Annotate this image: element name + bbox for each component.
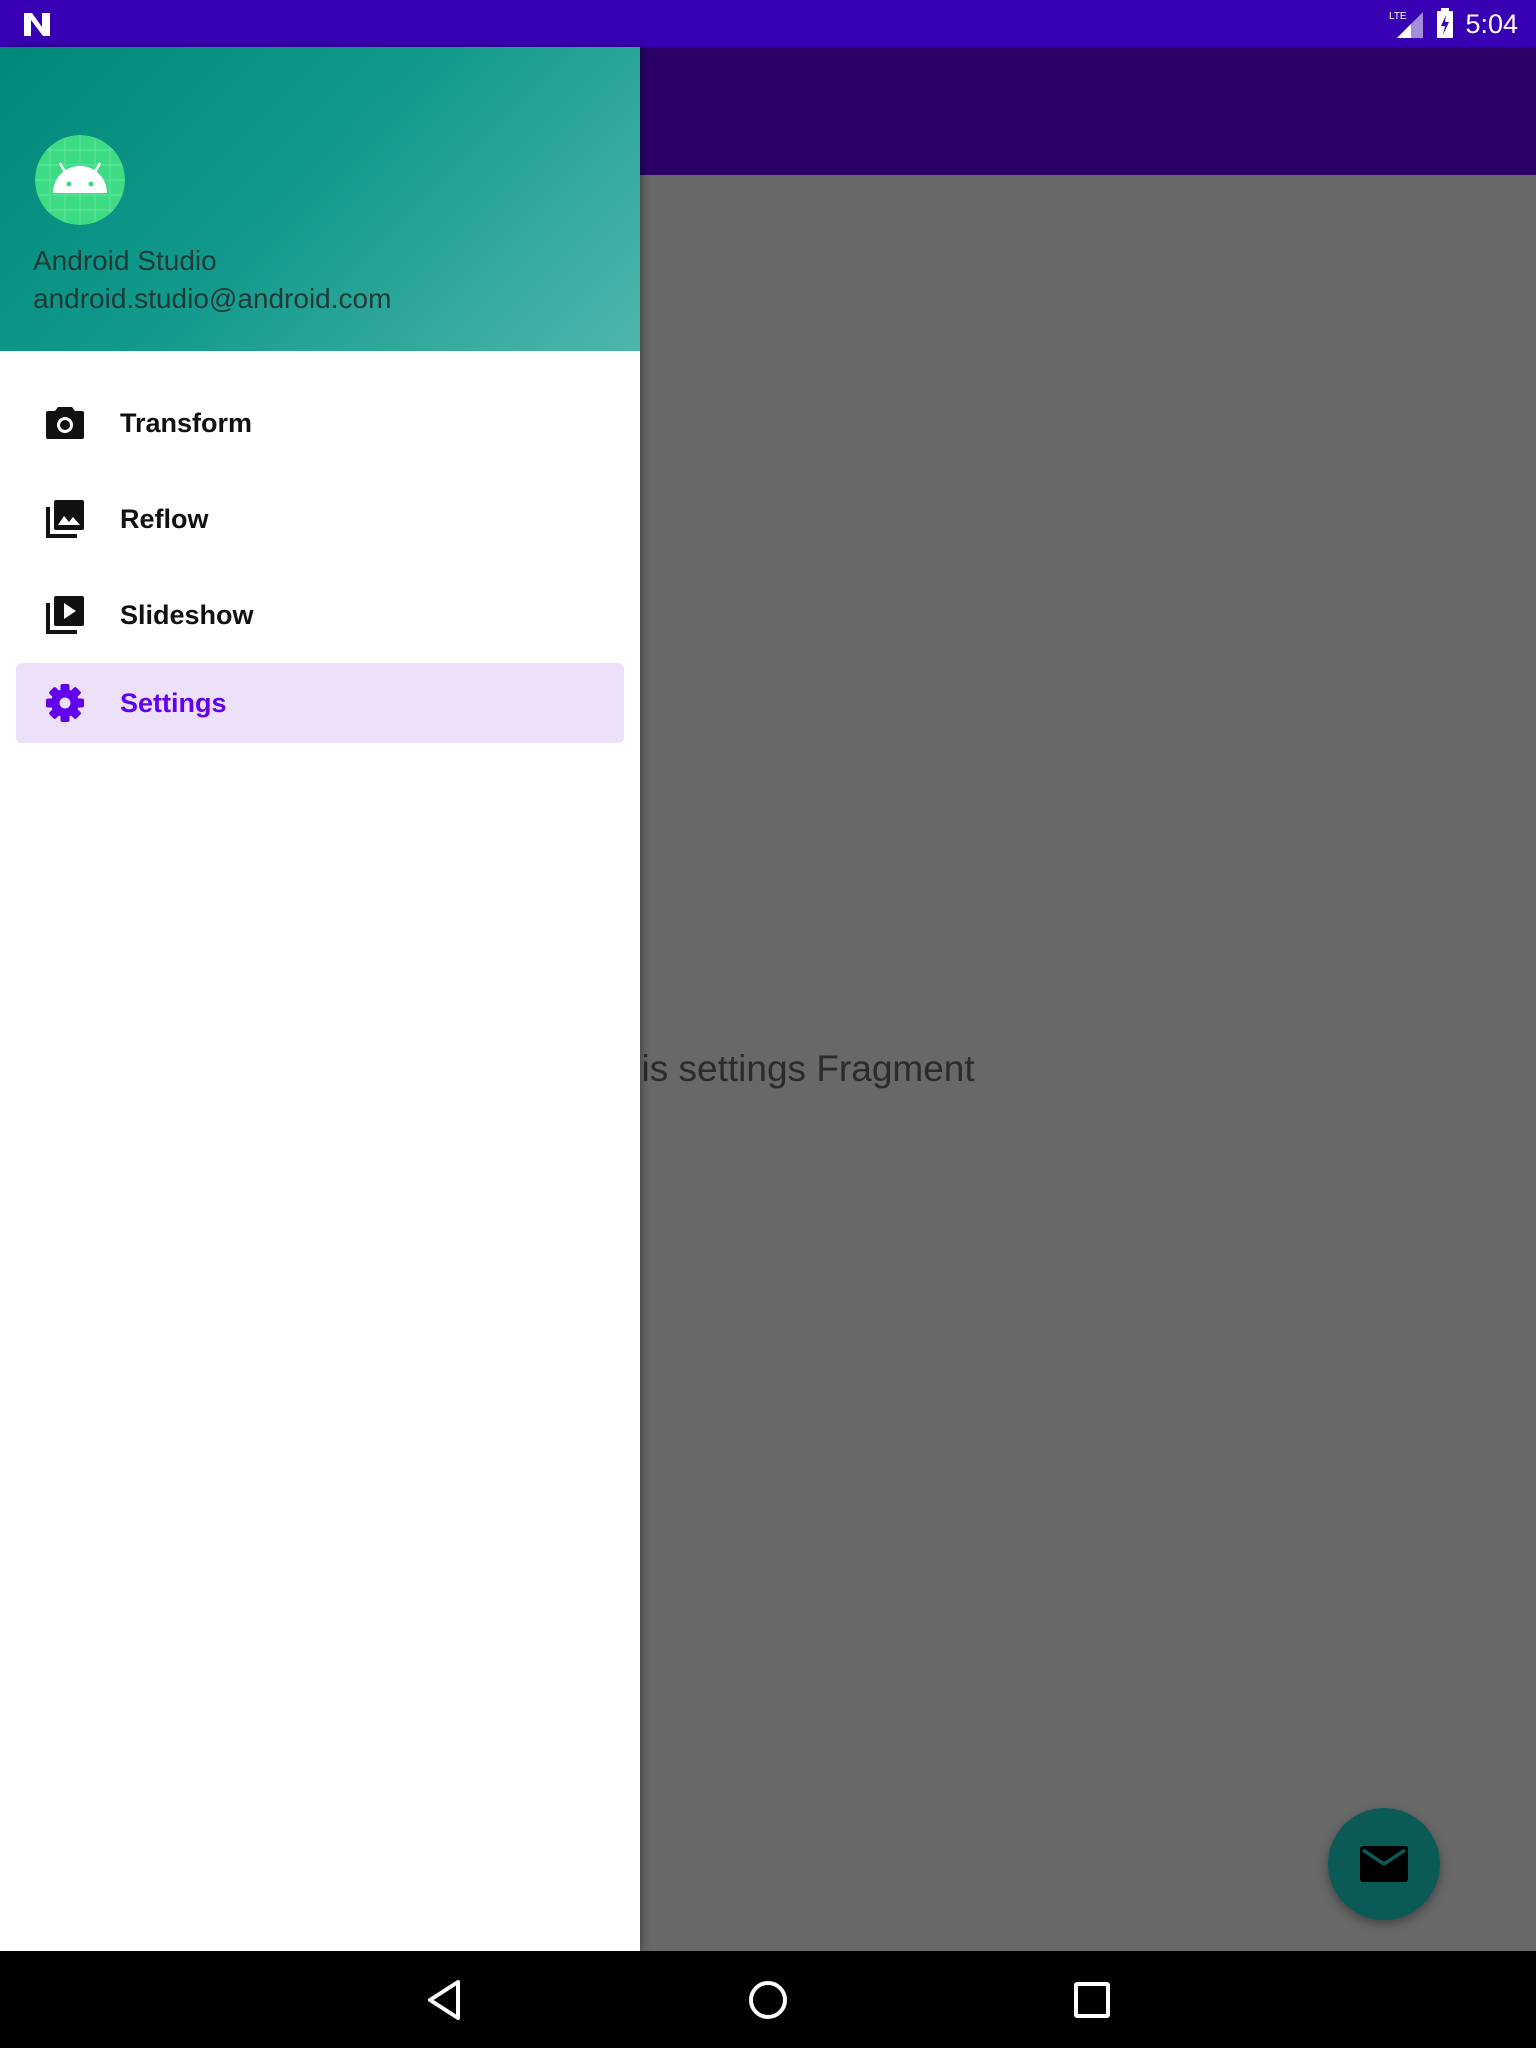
navigation-drawer: Android Studio android.studio@android.co… — [0, 47, 640, 1951]
recents-icon — [1074, 1981, 1110, 2018]
status-bar: LTE 5:04 — [0, 0, 1536, 47]
battery-charging-icon — [1437, 8, 1454, 38]
drawer-item-settings[interactable]: Settings — [16, 663, 624, 743]
drawer-header: Android Studio android.studio@android.co… — [0, 47, 640, 351]
drawer-item-label: Settings — [120, 688, 227, 718]
back-button[interactable] — [396, 1951, 492, 2048]
android-avatar — [35, 135, 125, 225]
account-email: android.studio@android.com — [33, 283, 392, 314]
drawer-item-label: Reflow — [120, 504, 209, 534]
network-type-label: LTE — [1389, 11, 1407, 22]
notification-n-icon — [24, 13, 50, 36]
back-icon — [428, 1979, 460, 2020]
drawer-item-label: Slideshow — [120, 600, 254, 630]
camera-icon — [46, 407, 84, 439]
drawer-item-label: Transform — [120, 408, 253, 438]
drawer-item-transform[interactable]: Transform — [16, 383, 624, 463]
android-icon — [35, 135, 125, 225]
system-nav-bar — [0, 1951, 1536, 2048]
email-fab[interactable] — [1328, 1808, 1440, 1920]
home-icon — [749, 1980, 787, 2019]
account-name: Android Studio — [33, 245, 217, 276]
home-button[interactable] — [720, 1951, 816, 2048]
drawer-item-reflow[interactable]: Reflow — [16, 479, 624, 559]
drawer-item-slideshow[interactable]: Slideshow — [16, 575, 624, 655]
recents-button[interactable] — [1044, 1951, 1140, 2048]
gear-icon — [46, 684, 84, 722]
mail-icon — [1360, 1846, 1408, 1882]
clock: 5:04 — [1465, 8, 1518, 39]
lte-signal-icon: LTE — [1389, 11, 1424, 38]
video-library-icon — [46, 596, 84, 634]
photo-library-icon — [46, 500, 84, 538]
status-icons: LTE 5:04 — [1389, 6, 1518, 42]
